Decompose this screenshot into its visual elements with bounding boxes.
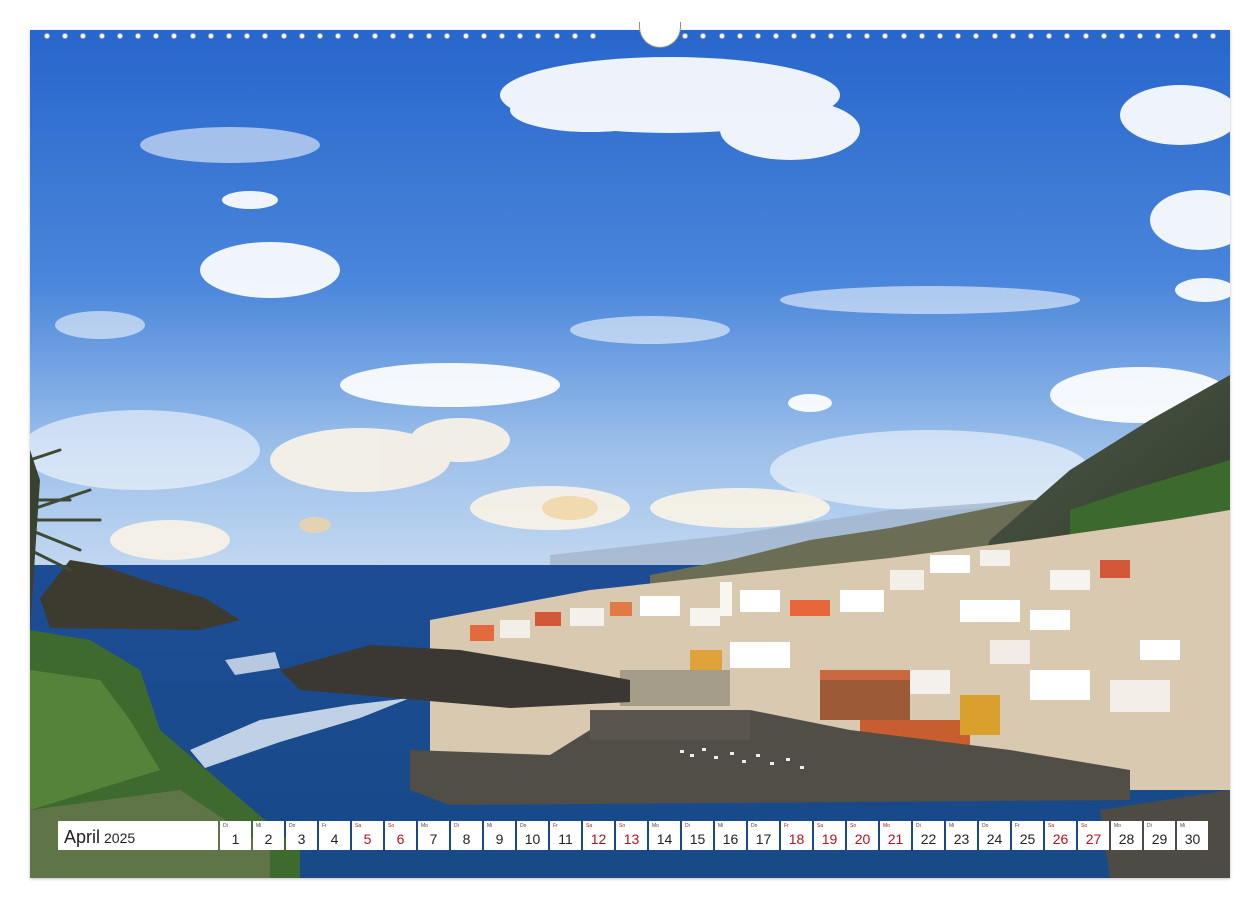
weekday-label: Sa (355, 823, 362, 829)
day-cell: Di 8 (451, 821, 482, 850)
day-cell: Di 1 (220, 821, 251, 850)
weekday-label: Di (454, 823, 459, 829)
day-cell: Mi 9 (484, 821, 515, 850)
weekday-label: So (388, 823, 395, 829)
day-cell: Mo 14 (649, 821, 680, 850)
day-number: 15 (689, 831, 706, 847)
weekday-label: Sa (1048, 823, 1055, 829)
weekday-label: Di (223, 823, 228, 829)
day-cell: So 20 (847, 821, 878, 850)
year: 2025 (104, 830, 136, 846)
day-cell: Mo 7 (418, 821, 449, 850)
day-number: 5 (363, 831, 372, 847)
weekday-label: Mi (1180, 823, 1186, 829)
day-number: 4 (330, 831, 339, 847)
calendar-strip: April 2025 Di 1 Mi 2 Do 3 Fr 4 Sa 5 So 6 Mo 7 Di 8 Mi 9 Do… (58, 821, 1208, 850)
day-number: 26 (1052, 831, 1069, 847)
day-number: 3 (297, 831, 306, 847)
weekday-label: So (850, 823, 857, 829)
day-number: 13 (623, 831, 640, 847)
day-number: 11 (558, 831, 573, 847)
day-cell: Fr 18 (781, 821, 812, 850)
weekday-label: Fr (322, 823, 327, 829)
day-number: 8 (462, 831, 471, 847)
weekday-label: Mo (421, 823, 428, 829)
day-cell: Di 29 (1144, 821, 1175, 850)
day-number: 17 (755, 831, 772, 847)
day-cell: Do 17 (748, 821, 779, 850)
day-number: 21 (887, 831, 904, 847)
weekday-label: So (619, 823, 626, 829)
day-cell: Mi 23 (946, 821, 977, 850)
day-cell: Do 3 (286, 821, 317, 850)
weekday-label: Sa (586, 823, 593, 829)
day-number: 25 (1019, 831, 1036, 847)
day-number: 6 (396, 831, 405, 847)
weekday-label: Do (520, 823, 527, 829)
landscape-photo (30, 30, 1230, 878)
day-number: 12 (590, 831, 607, 847)
day-cell: Mi 16 (715, 821, 746, 850)
day-number: 22 (920, 831, 937, 847)
weekday-label: Di (685, 823, 690, 829)
day-cell: Di 22 (913, 821, 944, 850)
weekday-label: Do (982, 823, 989, 829)
weekday-label: Fr (1015, 823, 1020, 829)
weekday-label: Fr (784, 823, 789, 829)
day-cell: Fr 25 (1012, 821, 1043, 850)
day-cell: So 13 (616, 821, 647, 850)
day-number: 2 (264, 831, 273, 847)
weekday-label: Mi (487, 823, 493, 829)
day-number: 30 (1184, 831, 1201, 847)
weekday-label: So (1081, 823, 1088, 829)
day-number: 23 (953, 831, 970, 847)
day-cell: Sa 19 (814, 821, 845, 850)
day-number: 27 (1085, 831, 1102, 847)
day-cell: Fr 11 (550, 821, 581, 850)
day-number: 19 (821, 831, 838, 847)
month-label: April 2025 (58, 821, 218, 850)
day-number: 20 (854, 831, 871, 847)
day-cell: Mi 2 (253, 821, 284, 850)
day-cell: So 6 (385, 821, 416, 850)
day-number: 16 (722, 831, 739, 847)
day-cell: So 27 (1078, 821, 1109, 850)
day-number: 24 (986, 831, 1003, 847)
day-cell: Mi 30 (1177, 821, 1208, 850)
weekday-label: Mi (718, 823, 724, 829)
day-cell: Do 24 (979, 821, 1010, 850)
day-cell: Di 15 (682, 821, 713, 850)
day-cell: Mo 28 (1111, 821, 1142, 850)
day-number: 10 (524, 831, 541, 847)
weekday-label: Do (289, 823, 296, 829)
day-number: 9 (495, 831, 504, 847)
calendar-page: April 2025 Di 1 Mi 2 Do 3 Fr 4 Sa 5 So 6 Mo 7 Di 8 Mi 9 Do… (0, 0, 1260, 908)
day-cell: Sa 12 (583, 821, 614, 850)
weekday-label: Mi (256, 823, 262, 829)
day-number: 1 (231, 831, 240, 847)
day-cell: Fr 4 (319, 821, 350, 850)
weekday-label: Di (1147, 823, 1152, 829)
weekday-label: Fr (553, 823, 558, 829)
weekday-label: Mo (652, 823, 659, 829)
weekday-label: Mo (1114, 823, 1121, 829)
weekday-label: Di (916, 823, 921, 829)
month-name: April (64, 827, 101, 847)
day-number: 7 (429, 831, 438, 847)
day-cell: Sa 26 (1045, 821, 1076, 850)
day-number: 18 (788, 831, 805, 847)
day-cell: Mo 21 (880, 821, 911, 850)
weekday-label: Do (751, 823, 758, 829)
day-number: 14 (656, 831, 673, 847)
weekday-label: Mo (883, 823, 890, 829)
day-cell: Do 10 (517, 821, 548, 850)
day-number: 29 (1151, 831, 1168, 847)
weekday-label: Mi (949, 823, 955, 829)
weekday-label: Sa (817, 823, 824, 829)
day-number: 28 (1118, 831, 1135, 847)
day-cell: Sa 5 (352, 821, 383, 850)
